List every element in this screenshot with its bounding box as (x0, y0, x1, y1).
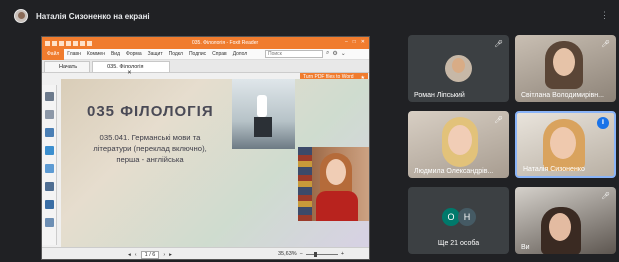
meet-window: Наталія Сизоненко на екрані ⋮ 035. Філол… (0, 0, 619, 262)
body-shape (316, 191, 358, 221)
participant-tile[interactable]: 🎤︎ Роман Ліпський (408, 35, 509, 102)
first-page-icon[interactable]: ◂ (128, 252, 131, 258)
video-face (448, 125, 472, 155)
properties-icon[interactable] (45, 218, 54, 227)
menu-file[interactable]: Файл (42, 48, 65, 60)
mic-off-icon: 🎤︎ (601, 193, 610, 200)
chevron-down-icon[interactable]: ⌄ (341, 50, 346, 57)
bookshelf-image (298, 147, 312, 221)
zoom-level[interactable]: 35,63% (278, 251, 297, 257)
participant-tile[interactable]: 🎤︎ Світлана Володимирівн... (515, 35, 616, 102)
settings-icon[interactable]: ⚙ (332, 50, 337, 57)
participant-name: Людмила Олександрів... (414, 168, 494, 175)
participant-name: Світлана Володимирівн... (521, 92, 604, 99)
close-icon[interactable]: ✕ (361, 39, 365, 45)
zoom-controls[interactable]: 35,63% − + (278, 251, 344, 257)
mic-off-icon: 🎤︎ (601, 41, 610, 48)
pages-icon[interactable] (45, 110, 54, 119)
bookmark-icon[interactable] (45, 128, 54, 137)
search-icon[interactable]: ⌕ (326, 50, 329, 57)
attachment-icon[interactable] (45, 182, 54, 191)
shared-screen: 035. Філологія - Foxit Reader – □ ✕ Файл… (41, 36, 370, 260)
avatar (445, 55, 472, 82)
menu-comment[interactable]: Коммен (84, 51, 108, 57)
reader-titlebar: 035. Філологія - Foxit Reader – □ ✕ (42, 37, 369, 49)
menu-addons[interactable]: Допол (230, 51, 251, 57)
video-face (549, 213, 571, 241)
menu-help[interactable]: Справ (209, 51, 230, 57)
search-controls[interactable]: ⌕ ⚙ ⌄ (326, 50, 346, 57)
participant-initial-avatar: Н (458, 208, 476, 226)
participant-name: Наталія Сизоненко (523, 166, 585, 173)
participant-tile-speaking[interactable]: ⦀ Наталія Сизоненко (515, 111, 616, 178)
signature-icon[interactable] (45, 200, 54, 209)
menu-home[interactable]: Главн (64, 51, 84, 57)
menu-protect[interactable]: Защит (145, 51, 166, 57)
face-shape (326, 159, 346, 185)
search-input[interactable]: Поиск (265, 50, 323, 58)
maximize-icon[interactable]: □ (353, 39, 356, 45)
presenter-bar: Наталія Сизоненко на екрані ⋮ (0, 0, 619, 32)
reader-title: 035. Філологія - Foxit Reader (192, 40, 259, 46)
reader-statusbar: ◂ ‹ 1 / 6 › ▸ 35,63% − + (42, 247, 369, 259)
layers-icon[interactable] (45, 146, 54, 155)
menu-view[interactable]: Вид (108, 51, 123, 57)
more-participants-tile[interactable]: О Н Ще 21 особа (408, 187, 509, 254)
more-participants-label: Ще 21 особа (437, 240, 480, 247)
self-tile[interactable]: 🎤︎ Ви (515, 187, 616, 254)
businessman-photo (232, 79, 295, 149)
window-controls[interactable]: – □ ✕ (345, 39, 365, 45)
tab-close-icon[interactable]: ✕ (127, 70, 132, 76)
prev-page-icon[interactable]: ‹ (135, 252, 137, 258)
page-indicator[interactable]: 1 / 6 (140, 251, 160, 259)
page-body-text: 035.041. Германські мови та літератури (… (93, 133, 207, 164)
zoom-in-icon[interactable]: + (341, 251, 344, 257)
video-face (550, 127, 576, 159)
comments-icon[interactable] (45, 164, 54, 173)
mic-off-icon: 🎤︎ (494, 41, 503, 48)
zoom-out-icon[interactable]: − (300, 251, 303, 257)
page-heading: 035 ФІЛОЛОГІЯ (87, 103, 214, 120)
speaking-indicator-icon: ⦀ (597, 117, 609, 129)
zoom-slider[interactable] (305, 251, 338, 257)
minimize-icon[interactable]: – (345, 39, 348, 45)
menu-connect[interactable]: Подкл (166, 51, 186, 57)
student-photo (298, 147, 369, 221)
last-page-icon[interactable]: ▸ (169, 252, 172, 258)
tab-document-label: 035. Філологія (107, 64, 144, 70)
menu-sign[interactable]: Подпис (186, 51, 209, 57)
pdf-page: 035 ФІЛОЛОГІЯ 035.041. Германські мови т… (61, 79, 369, 247)
participant-name: Ви (521, 244, 530, 251)
hand-tool-icon[interactable] (45, 92, 54, 101)
menu-form[interactable]: Форма (123, 51, 145, 57)
tab-start[interactable]: Начать (44, 61, 91, 72)
quick-access-icons[interactable] (45, 40, 92, 46)
next-page-icon[interactable]: › (163, 252, 165, 258)
participant-tile[interactable]: 🎤︎ Людмила Олександрів... (408, 111, 509, 178)
tab-document[interactable]: 035. Філологія ✕ (92, 61, 171, 76)
presenter-label: Наталія Сизоненко на екрані (36, 11, 150, 21)
video-face (553, 48, 575, 76)
participant-name: Роман Ліпський (414, 92, 465, 99)
page-navigation[interactable]: ◂ ‹ 1 / 6 › ▸ (128, 251, 172, 259)
more-options-icon[interactable]: ⋮ (600, 10, 609, 21)
mic-off-icon: 🎤︎ (494, 117, 503, 124)
reader-tabs: Начать 035. Філологія ✕ (42, 60, 369, 76)
reader-sidebar (42, 85, 57, 245)
presenter-avatar (14, 9, 28, 23)
